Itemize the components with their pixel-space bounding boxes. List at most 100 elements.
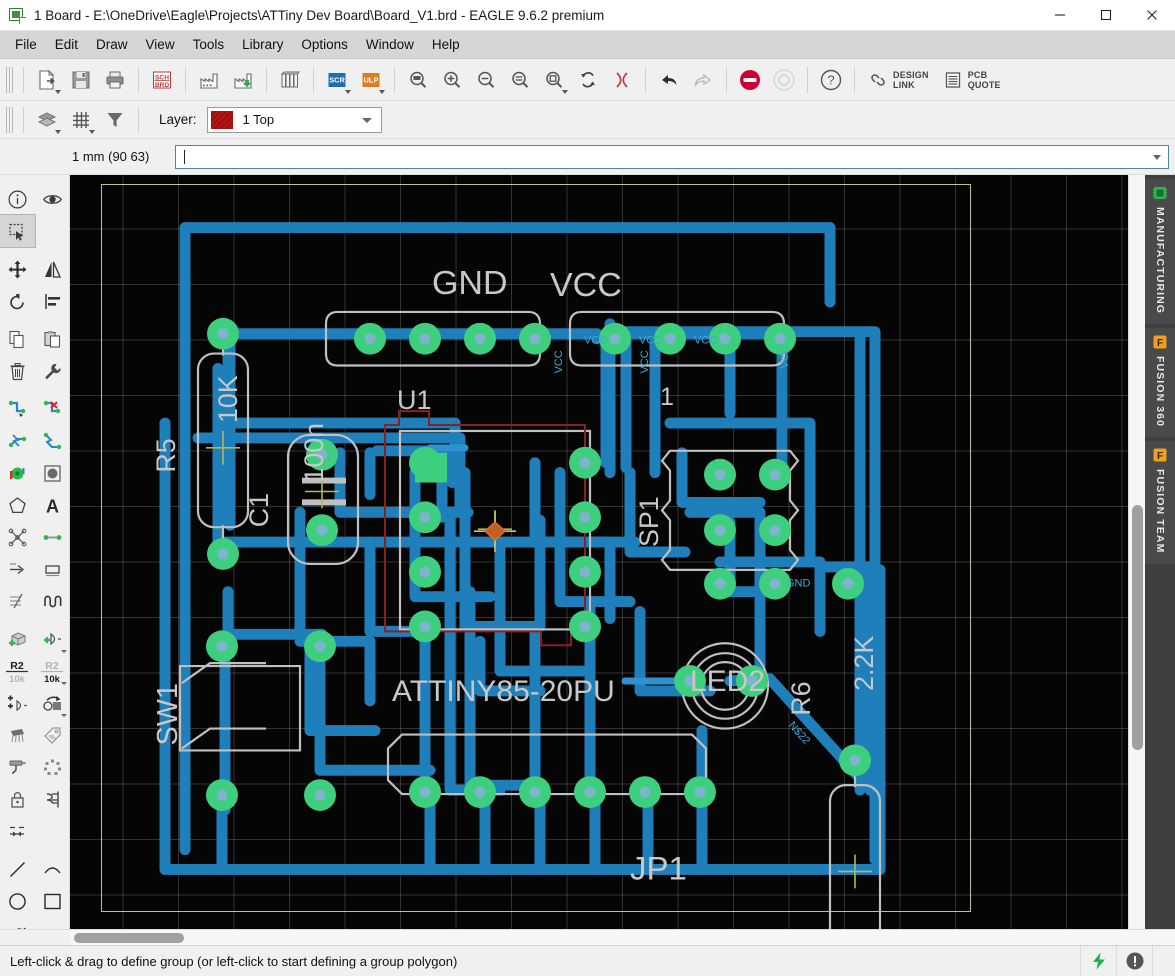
- ratsnest-tool[interactable]: [0, 521, 35, 553]
- cam-export-button[interactable]: [226, 63, 260, 97]
- change-tool[interactable]: [35, 355, 70, 387]
- zoom-select-button[interactable]: [537, 63, 571, 97]
- zoom-in-button[interactable]: [435, 63, 469, 97]
- group-tool[interactable]: [0, 215, 35, 247]
- add-device-tool[interactable]: [35, 623, 70, 655]
- close-button[interactable]: [1129, 0, 1175, 31]
- menu-item-file[interactable]: File: [6, 33, 46, 56]
- layer-toolbar-grip[interactable]: [6, 107, 13, 133]
- funnel-filter-icon[interactable]: [98, 103, 132, 137]
- polygon-tool[interactable]: [0, 489, 35, 521]
- main-toolbar: SCH BRD: [0, 59, 1175, 101]
- line-tool[interactable]: [0, 853, 35, 885]
- route-tool[interactable]: [0, 393, 35, 425]
- spline-tool[interactable]: [0, 917, 35, 929]
- pcb-quote-button[interactable]: PCB QUOTE: [936, 63, 1008, 97]
- wave-tool[interactable]: [35, 585, 70, 617]
- ripup-tool[interactable]: [35, 393, 70, 425]
- empty-slot-3: [35, 917, 70, 929]
- redo-button[interactable]: [686, 63, 720, 97]
- via-tool[interactable]: [0, 457, 35, 489]
- zoom-redraw-button[interactable]: [503, 63, 537, 97]
- move-tool[interactable]: [0, 253, 35, 285]
- attribute-tool[interactable]: [35, 719, 70, 751]
- help-button[interactable]: ?: [814, 63, 848, 97]
- zoom-fit-button[interactable]: [401, 63, 435, 97]
- meander-tool[interactable]: [0, 553, 35, 585]
- switch-sch-brd-button[interactable]: SCH BRD: [145, 63, 179, 97]
- layers-stack-icon[interactable]: [30, 103, 64, 137]
- arc-tool[interactable]: [35, 853, 70, 885]
- align-tool[interactable]: [35, 285, 70, 317]
- pcb-canvas[interactable]: GND VCC U1 ATTINY85-20PU LED2 JP1 1 R5 1…: [70, 175, 1128, 929]
- library-manager-button[interactable]: [273, 63, 307, 97]
- ulp-button[interactable]: ULP: [354, 63, 388, 97]
- command-input[interactable]: [175, 145, 1169, 169]
- minimize-button[interactable]: [1037, 0, 1083, 31]
- menu-item-help[interactable]: Help: [423, 33, 469, 56]
- print-button[interactable]: [98, 63, 132, 97]
- value-tool[interactable]: R2 10k: [35, 655, 70, 687]
- rotate-tool[interactable]: [0, 285, 35, 317]
- dimension-tool[interactable]: [0, 815, 35, 847]
- signal-tool[interactable]: [35, 521, 70, 553]
- script-button[interactable]: SCR: [320, 63, 354, 97]
- ratsnest-button[interactable]: [605, 63, 639, 97]
- menu-item-tools[interactable]: Tools: [184, 33, 234, 56]
- name-tool[interactable]: R2 10k: [0, 655, 35, 687]
- polygon-pour-tool[interactable]: [35, 457, 70, 489]
- show-tool[interactable]: [35, 183, 70, 215]
- error-exclamation-icon[interactable]: [1117, 946, 1153, 976]
- menu-item-options[interactable]: Options: [292, 33, 357, 56]
- layer-select[interactable]: 1 Top: [207, 107, 382, 133]
- menu-item-view[interactable]: View: [137, 33, 184, 56]
- lock-tool[interactable]: [0, 783, 35, 815]
- menu-item-window[interactable]: Window: [357, 33, 423, 56]
- mirror-tool[interactable]: [35, 253, 70, 285]
- toolbar-grip[interactable]: [6, 67, 13, 93]
- paint-tool[interactable]: [0, 751, 35, 783]
- command-history-chevron-icon[interactable]: [1153, 155, 1161, 160]
- design-link-button[interactable]: DESIGN LINK: [861, 63, 936, 97]
- text-tool[interactable]: A: [35, 489, 70, 521]
- swap-tool[interactable]: [35, 687, 70, 719]
- refresh-button[interactable]: [571, 63, 605, 97]
- undo-button[interactable]: [652, 63, 686, 97]
- vertical-scroll-thumb[interactable]: [1132, 505, 1143, 750]
- miter-tool[interactable]: [35, 425, 70, 457]
- maximize-button[interactable]: [1083, 0, 1129, 31]
- horizontal-scroll-thumb[interactable]: [74, 933, 184, 943]
- horizontal-scrollbar[interactable]: [70, 930, 1175, 945]
- save-button[interactable]: [64, 63, 98, 97]
- autorouter-button[interactable]: [767, 63, 801, 97]
- paste-tool[interactable]: [35, 323, 70, 355]
- stop-button[interactable]: [733, 63, 767, 97]
- svg-text:F: F: [1157, 451, 1163, 462]
- menu-item-draw[interactable]: Draw: [87, 33, 137, 56]
- open-file-button[interactable]: [30, 63, 64, 97]
- tab-manufacturing[interactable]: MANUFACTURING: [1145, 179, 1175, 324]
- grid-icon[interactable]: [64, 103, 98, 137]
- package-tool[interactable]: [0, 719, 35, 751]
- zoom-out-button[interactable]: [469, 63, 503, 97]
- delete-tool[interactable]: [0, 355, 35, 387]
- tab-fusion-360[interactable]: F FUSION 360: [1145, 328, 1175, 437]
- menu-item-library[interactable]: Library: [233, 33, 292, 56]
- info-tool[interactable]: [0, 183, 35, 215]
- vertical-scrollbar[interactable]: [1128, 175, 1145, 929]
- length-tool[interactable]: [0, 585, 35, 617]
- toolbar-separator: [23, 67, 24, 93]
- replace-tool[interactable]: [0, 687, 35, 719]
- optimize-tool[interactable]: [35, 751, 70, 783]
- circle-tool[interactable]: [0, 885, 35, 917]
- menu-item-edit[interactable]: Edit: [46, 33, 87, 56]
- tab-fusion-team[interactable]: F FUSION TEAM: [1145, 441, 1175, 563]
- pad-smd-tool[interactable]: [35, 553, 70, 585]
- pinswap-tool[interactable]: [35, 783, 70, 815]
- drc-lightning-icon[interactable]: [1081, 946, 1117, 976]
- copy-tool[interactable]: [0, 323, 35, 355]
- split-tool[interactable]: [0, 425, 35, 457]
- add-part-tool[interactable]: [0, 623, 35, 655]
- rect-tool[interactable]: [35, 885, 70, 917]
- cam-processor-button[interactable]: [192, 63, 226, 97]
